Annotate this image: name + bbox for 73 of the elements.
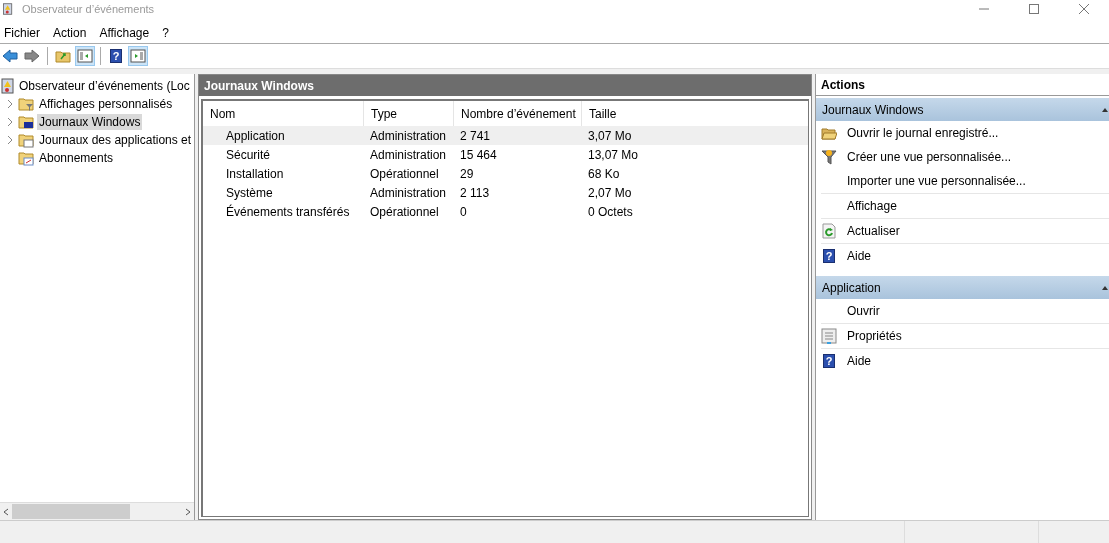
- column-header[interactable]: Nom: [203, 101, 363, 126]
- help-icon: ?: [823, 249, 835, 263]
- back-icon: [2, 48, 18, 64]
- table-cell-text: Opérationnel: [369, 204, 440, 219]
- action-link[interactable]: Ouvrir: [847, 304, 880, 318]
- tree-item[interactable]: Affichages personnalisés: [37, 96, 175, 112]
- table-cell-text: 29: [459, 166, 475, 181]
- event-log-icon: [2, 2, 14, 16]
- section-title: Application: [822, 280, 881, 295]
- table-cell-text: 2,07 Mo: [587, 185, 633, 200]
- action-link[interactable]: Affichage: [847, 199, 897, 213]
- action-link[interactable]: Aide: [847, 354, 872, 368]
- section-header[interactable]: Journaux Windows: [816, 98, 1109, 121]
- forward-icon: [24, 48, 40, 64]
- action-link[interactable]: Propriétés: [847, 329, 902, 343]
- action-link[interactable]: Actualiser: [847, 224, 900, 238]
- properties-icon: [821, 328, 837, 344]
- collapse-icon[interactable]: [1101, 284, 1109, 291]
- table-cell-text: 2 113: [459, 185, 491, 200]
- toolbar-button[interactable]: [22, 46, 42, 66]
- menu-item[interactable]: Affichage: [95, 26, 155, 40]
- pane-title: Journaux Windows: [199, 75, 811, 96]
- section-header[interactable]: Application: [816, 276, 1109, 299]
- collapse-icon[interactable]: [1101, 106, 1109, 113]
- folder-icon: [55, 48, 71, 64]
- toolbar-button[interactable]: [75, 46, 95, 66]
- table-cell-text: 0 Octets: [587, 204, 634, 219]
- table-cell-text: 2 741: [459, 128, 492, 143]
- filter-icon: [821, 149, 837, 165]
- tree-item[interactable]: Journaux des applications et: [37, 132, 194, 148]
- refresh-icon: [821, 223, 837, 239]
- scrollbar-thumb[interactable]: [12, 504, 130, 519]
- close-icon: [1079, 4, 1089, 14]
- action-link[interactable]: Ouvrir le journal enregistré...: [847, 126, 999, 140]
- table-cell-text: Sécurité: [225, 147, 272, 162]
- table-row[interactable]: Application Administration 2 741 3,07 Mo: [203, 126, 808, 145]
- table-cell-text: Installation: [225, 166, 285, 181]
- table-cell-text: 15 464: [459, 147, 498, 162]
- help-icon: ?: [823, 354, 835, 368]
- table-cell-text: 3,07 Mo: [587, 128, 633, 143]
- table-cell-text: Administration: [369, 147, 448, 162]
- table-cell-text: Système: [225, 185, 274, 200]
- folder-icon: [18, 150, 34, 166]
- table-cell-text: Événements transférés: [225, 204, 351, 219]
- folder-icon: [18, 96, 34, 112]
- table-cell-text: Administration: [369, 185, 448, 200]
- pane-icon: [77, 48, 93, 64]
- table-cell-text: Opérationnel: [369, 166, 440, 181]
- tree-item[interactable]: Observateur d’événements (Loc: [18, 78, 191, 94]
- maximize-icon: [1029, 4, 1039, 14]
- table-cell-text: 68 Ko: [587, 166, 621, 181]
- table-cell-text: Application: [225, 128, 286, 143]
- tree-item[interactable]: Journaux Windows: [37, 114, 143, 130]
- toolbar-button[interactable]: [0, 46, 20, 66]
- action-link[interactable]: Importer une vue personnalisée...: [847, 174, 1026, 188]
- window-title: Observateur d’événements: [22, 3, 156, 15]
- folder-icon: [18, 132, 34, 148]
- pane-icon: [130, 48, 146, 64]
- menu-item[interactable]: Fichier: [0, 26, 45, 40]
- event-log-icon: [0, 78, 16, 94]
- action-link[interactable]: Aide: [847, 249, 872, 263]
- toolbar-button[interactable]: [128, 46, 148, 66]
- actions-title: Actions: [816, 74, 1109, 96]
- folder-icon: [18, 114, 34, 130]
- table-cell-text: Administration: [369, 128, 448, 143]
- folder-icon: [821, 125, 837, 141]
- action-link[interactable]: Créer une vue personnalisée...: [847, 150, 1012, 164]
- menu-item[interactable]: Action: [49, 26, 92, 40]
- table-cell-text: 13,07 Mo: [587, 147, 640, 162]
- tree-item[interactable]: Abonnements: [37, 150, 116, 166]
- table-cell-text: 0: [459, 204, 468, 219]
- menu-item[interactable]: ?: [158, 26, 174, 40]
- section-title: Journaux Windows: [822, 102, 924, 117]
